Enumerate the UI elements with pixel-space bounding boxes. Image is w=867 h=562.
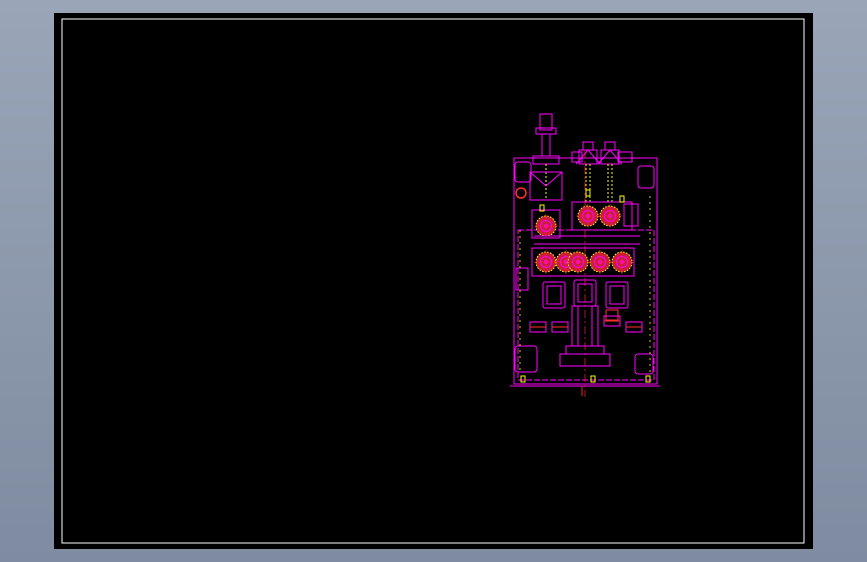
upper-right-door bbox=[637, 165, 655, 189]
yellow-marker-3 bbox=[645, 375, 651, 383]
red-indicator-block bbox=[605, 309, 619, 321]
yellow-marker-5 bbox=[619, 195, 625, 203]
upper-right-side-block bbox=[623, 203, 639, 227]
screw-mount-plate bbox=[532, 155, 560, 165]
yellow-marker-1 bbox=[520, 375, 526, 383]
lift-screw-cap-1 bbox=[604, 141, 616, 151]
lower-gearbox-inner-1 bbox=[546, 285, 562, 305]
machine-assembly-drawing bbox=[510, 113, 660, 397]
yellow-marker-2 bbox=[590, 375, 596, 383]
yellow-marker-6 bbox=[585, 189, 591, 197]
upper-left-door bbox=[514, 161, 532, 183]
cad-drawing-canvas bbox=[61, 18, 805, 544]
top-screw-shaft bbox=[541, 133, 551, 157]
left-gearbox-cross bbox=[529, 171, 563, 187]
drawing-sheet bbox=[54, 13, 813, 549]
top-screw-flange bbox=[535, 127, 557, 135]
upper-left-marker-ring bbox=[515, 187, 527, 199]
drawing-border-frame bbox=[61, 18, 805, 544]
top-small-block-right bbox=[617, 151, 633, 163]
lower-gearbox-inner-3 bbox=[609, 285, 625, 305]
top-small-block-left bbox=[571, 151, 583, 163]
lift-screw-cap-0 bbox=[582, 141, 594, 151]
